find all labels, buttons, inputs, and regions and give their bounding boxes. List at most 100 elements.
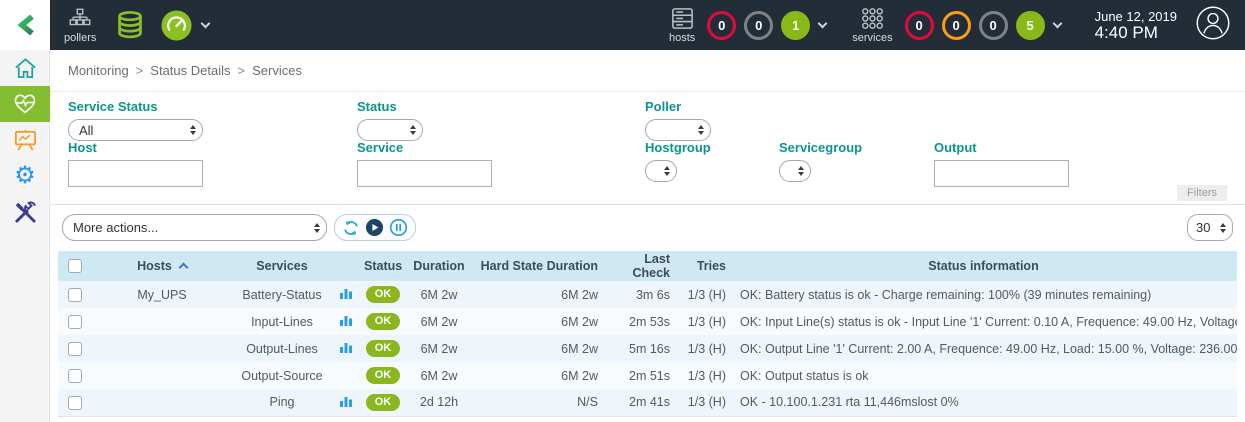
- status-select[interactable]: [357, 119, 423, 141]
- service-cell[interactable]: Input-Lines: [232, 308, 332, 335]
- hard-state-cell: N/S: [472, 389, 602, 416]
- hosts-menu[interactable]: hosts: [669, 6, 695, 44]
- duration-cell: 2d 12h: [406, 389, 472, 416]
- service-cell[interactable]: Battery-Status: [232, 281, 332, 308]
- chevron-down-icon[interactable]: [201, 18, 211, 28]
- breadcrumb-item-services[interactable]: Services: [252, 63, 302, 78]
- service-cell[interactable]: Output-Source: [232, 362, 332, 389]
- main-content: Monitoring > Status Details > Services S…: [50, 50, 1245, 422]
- breadcrumb-item-status-details[interactable]: Status Details: [150, 63, 230, 78]
- output-search-input[interactable]: [934, 160, 1069, 187]
- table-row: Output-Source OK 6M 2w 6M 2w 2m 51s 1/3 …: [58, 362, 1237, 389]
- sidebar-item-configuration[interactable]: ⚙: [0, 158, 50, 194]
- play-button[interactable]: [365, 218, 384, 237]
- refresh-button[interactable]: [342, 219, 360, 237]
- hosts-unreachable-counter[interactable]: 0: [744, 11, 773, 40]
- left-sidebar: ⚙: [0, 50, 50, 422]
- host-filter-label: Host: [68, 140, 203, 155]
- sidebar-item-monitoring[interactable]: [0, 86, 50, 122]
- status-column-header[interactable]: Status: [360, 251, 406, 281]
- sidebar-item-administration[interactable]: [0, 194, 50, 230]
- host-cell[interactable]: [92, 308, 232, 335]
- status-badge: OK: [366, 313, 401, 330]
- chart-board-icon: [13, 128, 38, 153]
- services-menu[interactable]: services: [852, 6, 892, 44]
- graph-icon[interactable]: [339, 316, 353, 330]
- user-menu[interactable]: [1195, 5, 1231, 46]
- graph-icon[interactable]: [339, 289, 353, 303]
- last-check-cell: 3m 6s: [602, 281, 674, 308]
- status-badge: OK: [366, 394, 401, 411]
- host-cell[interactable]: My_UPS: [92, 281, 232, 308]
- status-badge: OK: [366, 367, 401, 384]
- databases-status[interactable]: [114, 9, 146, 41]
- hard-state-cell: 6M 2w: [472, 362, 602, 389]
- page-size-select[interactable]: 30: [1187, 214, 1233, 241]
- row-checkbox[interactable]: [68, 315, 82, 329]
- chevron-down-icon[interactable]: [818, 18, 828, 28]
- filters-tab[interactable]: Filters: [1177, 185, 1227, 201]
- hosts-down-counter[interactable]: 0: [707, 11, 736, 40]
- row-checkbox[interactable]: [68, 288, 82, 302]
- services-unknown-counter[interactable]: 0: [979, 11, 1008, 40]
- host-cell[interactable]: [92, 335, 232, 362]
- last-check-cell: 2m 41s: [602, 389, 674, 416]
- pause-button[interactable]: [389, 218, 408, 237]
- duration-cell: 6M 2w: [406, 281, 472, 308]
- poller-select[interactable]: [645, 119, 711, 141]
- sidebar-item-reporting[interactable]: [0, 122, 50, 158]
- latency-gauge[interactable]: [160, 9, 193, 42]
- duration-column-header[interactable]: Duration: [406, 251, 472, 281]
- service-cell[interactable]: Ping: [232, 389, 332, 416]
- servicegroup-select[interactable]: [779, 160, 811, 182]
- select-stepper-icon: [664, 166, 670, 176]
- services-label: services: [852, 32, 892, 44]
- host-cell[interactable]: [92, 389, 232, 416]
- hosts-label: hosts: [669, 32, 695, 44]
- graph-icon[interactable]: [339, 343, 353, 357]
- status-information-cell: OK: Output Line '1' Current: 2.00 A, Fre…: [730, 335, 1237, 362]
- row-checkbox[interactable]: [68, 342, 82, 356]
- refresh-controls: [334, 214, 416, 241]
- pollers-menu[interactable]: pollers: [64, 7, 96, 44]
- services-warning-counter[interactable]: 0: [942, 11, 971, 40]
- hosts-up-counter[interactable]: 1: [781, 11, 810, 40]
- host-search-input[interactable]: [68, 160, 203, 187]
- hostgroup-select[interactable]: [645, 160, 677, 182]
- hosts-column-header[interactable]: Hosts: [92, 251, 232, 281]
- centreon-logo[interactable]: [0, 0, 50, 50]
- sort-ascending-icon[interactable]: [178, 263, 188, 273]
- services-ok-counter[interactable]: 5: [1016, 11, 1045, 40]
- top-bar: pollers: [0, 0, 1245, 50]
- sidebar-item-home[interactable]: [0, 50, 50, 86]
- graph-icon[interactable]: [339, 397, 353, 411]
- more-actions-select[interactable]: More actions...: [62, 214, 327, 241]
- graph-column-header: [332, 251, 360, 281]
- services-critical-counter[interactable]: 0: [905, 11, 934, 40]
- chevron-down-icon[interactable]: [1052, 18, 1062, 28]
- servicegroup-filter-label: Servicegroup: [779, 140, 862, 155]
- select-stepper-icon: [190, 125, 196, 135]
- service-status-select[interactable]: All: [68, 119, 203, 141]
- status-information-cell: OK: Output status is ok: [730, 362, 1237, 389]
- host-cell[interactable]: [92, 362, 232, 389]
- service-status-selected-value: All: [79, 123, 93, 138]
- hard-state-duration-column-header[interactable]: Hard State Duration: [472, 251, 602, 281]
- pollers-label: pollers: [64, 32, 96, 44]
- select-all-checkbox[interactable]: [68, 259, 82, 273]
- status-badge: OK: [366, 340, 401, 357]
- row-checkbox[interactable]: [68, 396, 82, 410]
- last-check-column-header[interactable]: Last Check: [602, 251, 674, 281]
- last-check-cell: 5m 16s: [602, 335, 674, 362]
- service-search-input[interactable]: [357, 160, 492, 187]
- refresh-icon: [342, 219, 360, 237]
- tries-cell: 1/3 (H): [674, 308, 730, 335]
- services-column-header[interactable]: Services: [232, 251, 332, 281]
- breadcrumb-item-monitoring[interactable]: Monitoring: [68, 63, 129, 78]
- duration-cell: 6M 2w: [406, 308, 472, 335]
- hard-state-cell: 6M 2w: [472, 308, 602, 335]
- select-stepper-icon: [798, 166, 804, 176]
- row-checkbox[interactable]: [68, 369, 82, 383]
- tries-column-header[interactable]: Tries: [674, 251, 730, 281]
- service-cell[interactable]: Output-Lines: [232, 335, 332, 362]
